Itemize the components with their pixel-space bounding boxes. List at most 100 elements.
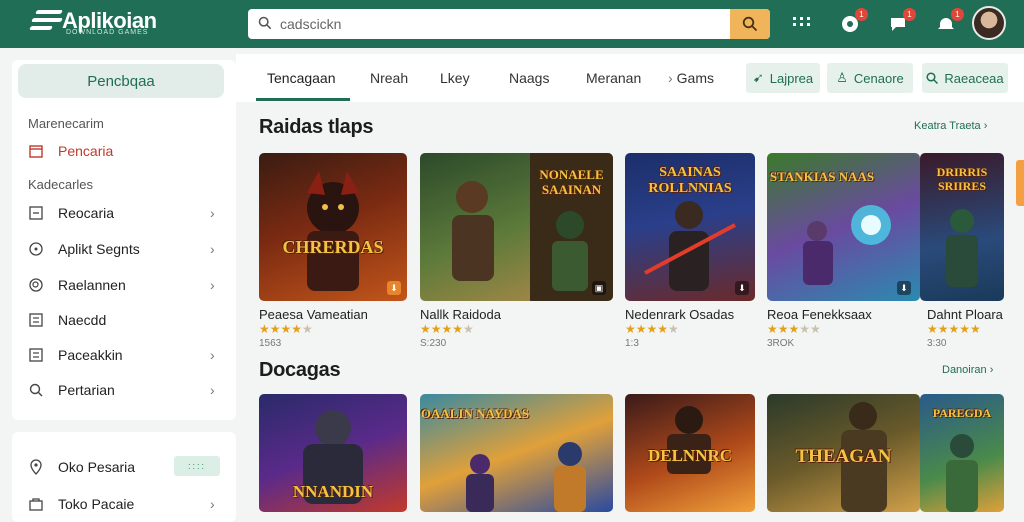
search-icon [742, 16, 758, 32]
see-more-link[interactable]: Keatra Traeta › [914, 120, 987, 132]
search-button[interactable] [730, 9, 770, 39]
game-price: 1563 [259, 338, 282, 349]
game-card[interactable]: PAREGDA [920, 394, 1004, 512]
avatar[interactable] [972, 6, 1006, 40]
game-title: Nedenrark Osadas [625, 307, 735, 322]
alerts-icon[interactable]: 1 [934, 8, 964, 36]
see-more-link[interactable]: Danoiran › [942, 364, 993, 376]
tab-games[interactable]: › Gams [668, 70, 714, 86]
game-title: Dahnt Ploara [927, 307, 1003, 322]
game-card[interactable]: DELNNRC [625, 394, 755, 512]
cover-title: OAALIN NAYDAS [420, 406, 530, 421]
sidebar-item[interactable]: Reocaria › [28, 200, 224, 226]
app-tagline: DOWNLOAD GAMES [66, 29, 149, 36]
game-card[interactable]: THEAGAN [767, 394, 920, 512]
sidebar-item[interactable]: Paceakkin › [28, 342, 224, 368]
download-icon[interactable]: ⬇ [735, 281, 749, 295]
game-card[interactable]: OAALIN NAYDAS [420, 394, 613, 512]
notification-badge: 1 [855, 8, 868, 21]
search-icon [28, 382, 44, 398]
chevron-right-icon: › [210, 277, 215, 293]
download-icon[interactable]: ⬇ [387, 281, 401, 295]
action-button[interactable]: Raeaceaa [922, 63, 1008, 93]
status-pill: :::: [174, 456, 220, 476]
sidebar-item-label: Reocaria [58, 205, 115, 221]
sidebar-secondary: Oko Pesaria :::: Toko Pacaie › [12, 432, 236, 522]
document-icon [28, 312, 44, 328]
sidebar-item[interactable]: Raelannen › [28, 272, 224, 298]
cover-title: DELNNRC [647, 446, 733, 465]
sidebar-item[interactable]: Aplikt Segnts › [28, 236, 224, 262]
game-card[interactable]: STANKIAS NAAS ⬇ [767, 153, 920, 301]
sidebar-item-active[interactable]: Pencaria [28, 138, 224, 164]
search-input[interactable] [280, 16, 660, 32]
expand-icon[interactable]: ▣ [592, 281, 606, 295]
game-card[interactable]: NONAELE SAAINAN ▣ [420, 153, 613, 301]
game-price: S:230 [420, 338, 447, 349]
messages-badge: 1 [903, 8, 916, 21]
messages-icon[interactable]: 1 [886, 8, 916, 36]
game-card[interactable]: CHRERDAS ⬇ [259, 153, 407, 301]
tab[interactable]: Meranan [586, 70, 641, 86]
tab-home[interactable]: Tencagaan [267, 70, 336, 86]
top-bar: Aplikoian DOWNLOAD GAMES 1 1 1 [0, 0, 1024, 48]
carousel-next-handle[interactable] [1016, 160, 1024, 206]
sidebar-item-label: Pencaria [58, 143, 114, 159]
chevron-right-icon: › [210, 241, 215, 257]
game-card[interactable]: SAAINAS ROLLNNIAS ⬇ [625, 153, 755, 301]
sidebar-item-label: Toko Pacaie [58, 496, 135, 512]
chevron-right-icon: › [210, 347, 215, 363]
game-price: 3ROK [767, 338, 795, 349]
sidebar-item[interactable]: Naecdd [28, 307, 224, 333]
sidebar-item[interactable]: Toko Pacaie › [28, 491, 224, 517]
rating-stars: ★★★★★ [420, 322, 474, 336]
location-icon [28, 459, 44, 475]
chevron-right-icon: › [210, 496, 215, 512]
action-label: Cenaore [853, 70, 904, 86]
game-price: 1:3 [625, 338, 639, 349]
tab[interactable]: Lkey [440, 70, 470, 86]
action-button[interactable]: ➹ Lajprea [746, 63, 820, 93]
sidebar-item[interactable]: Pertarian › [28, 377, 224, 403]
tab[interactable]: Nreah [370, 70, 408, 86]
section-title: Raidas tlaps [259, 116, 374, 138]
chevron-right-icon: › [983, 120, 988, 132]
sidebar-primary-button[interactable]: Pencbqaa [18, 64, 224, 98]
search-icon [258, 16, 272, 30]
game-title: Reoa Fenekksaax [767, 307, 872, 322]
rating-stars: ★★★★★ [927, 322, 981, 336]
cover-title: DRIRRIS SRIIRES [936, 165, 988, 193]
game-card[interactable]: DRIRRIS SRIIRES [920, 153, 1004, 301]
section-title: Docagas [259, 359, 341, 381]
gamepad-icon [28, 241, 44, 257]
action-label: Lajprea [769, 70, 814, 86]
search-circle-icon [28, 277, 44, 293]
game-card[interactable]: NNANDIN [259, 394, 407, 512]
search-icon [926, 72, 939, 84]
sidebar-item-label: Raelannen [58, 277, 126, 293]
chevron-right-icon: › [989, 364, 994, 376]
sidebar-item-label: Aplikt Segnts [58, 241, 140, 257]
sidebar-section-title: Kadecarles [28, 177, 94, 192]
sidebar-item-label: Oko Pesaria [58, 459, 136, 475]
sidebar: Pencbqaa Marenecarim Pencaria Kadecarles… [12, 60, 236, 420]
game-title: Peaesa Vameatian [259, 307, 368, 322]
tab[interactable]: Naags [509, 70, 549, 86]
cover-title: STANKIAS NAAS [769, 169, 875, 184]
notification-icon[interactable]: 1 [838, 8, 868, 36]
search-bar [248, 9, 770, 39]
cover-title: THEAGAN [795, 446, 892, 467]
cover-title: NNANDIN [292, 482, 374, 501]
user-icon: ♙ [836, 70, 848, 85]
chevron-right-icon: › [210, 205, 215, 221]
sidebar-section-title: Marenecarim [28, 116, 104, 131]
cover-title: NONAELE SAAINAN [539, 167, 604, 197]
action-button[interactable]: ♙ Cenaore [827, 63, 913, 93]
arrow-icon: ➹ [752, 70, 764, 85]
see-more-label: Keatra Traeta [914, 120, 981, 132]
grid-menu-icon[interactable] [790, 12, 814, 36]
download-icon[interactable]: ⬇ [897, 281, 911, 295]
rating-stars: ★★★★★ [767, 322, 821, 336]
sidebar-item-label: Paceakkin [58, 347, 123, 363]
action-label: Raeaceaa [944, 70, 1004, 86]
